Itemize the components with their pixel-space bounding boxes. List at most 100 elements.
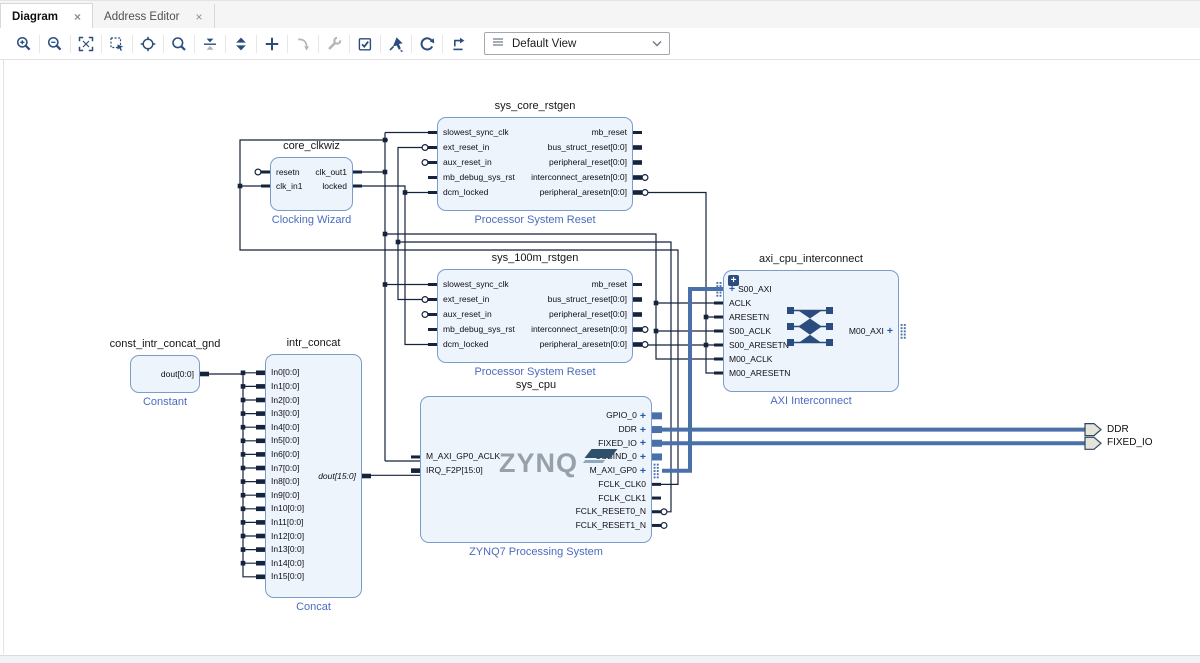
tab-address-editor-label: Address Editor [104,11,179,23]
port-stub[interactable] [428,313,437,316]
port-stub[interactable] [200,372,209,377]
port-stub[interactable] [411,455,420,458]
port-stub[interactable] [256,384,265,389]
port-stub[interactable] [256,398,265,403]
external-port-DDR[interactable] [1085,424,1101,436]
net-wire[interactable] [398,242,437,300]
net-wire[interactable] [240,140,678,484]
bus-port-stub[interactable] [652,426,662,433]
port-stub[interactable] [256,575,265,580]
port-stub[interactable] [256,507,265,512]
zoom-to-selection-icon[interactable] [108,35,126,53]
toolbar-divider [194,35,195,53]
optimize-routing-icon[interactable] [449,35,467,53]
port-stub[interactable] [428,131,437,134]
close-icon[interactable]: × [74,11,81,23]
fit-selection-icon[interactable] [139,35,157,53]
port-stub[interactable] [714,344,723,347]
port-stub[interactable] [353,171,362,174]
port-stub[interactable] [411,468,420,473]
port-stub[interactable] [256,439,265,444]
make-connection-icon[interactable] [294,35,312,53]
net-wire[interactable] [353,186,437,345]
port-stub[interactable] [633,160,642,165]
expand-hierarchy-icon[interactable] [232,35,250,53]
collapse-hierarchy-icon[interactable] [201,35,219,53]
port-stub[interactable] [714,316,723,319]
customize-block-icon[interactable] [325,35,343,53]
validate-design-icon[interactable] [356,35,374,53]
port-stub[interactable] [256,411,265,416]
interface-pending-dots [904,334,906,336]
port-stub[interactable] [428,343,437,346]
net-wire[interactable] [398,148,671,512]
search-icon[interactable] [170,35,188,53]
port-stub[interactable] [428,191,437,194]
port-stub[interactable] [256,466,265,471]
port-stub[interactable] [633,190,642,195]
net-wire[interactable] [385,234,723,359]
diagram-toolbar: Default View [0,28,1200,60]
port-stub[interactable] [428,298,437,301]
port-stub[interactable] [256,452,265,457]
add-ip-icon[interactable] [263,35,281,53]
port-stub[interactable] [633,283,642,286]
horizontal-scrollbar[interactable] [0,655,1200,663]
zoom-in-icon[interactable] [15,35,33,53]
port-stub[interactable] [652,524,661,527]
diagram-canvas[interactable]: const_intr_concat_gndConstantdout[0:0]in… [0,0,1200,663]
port-stub[interactable] [256,561,265,566]
port-stub[interactable] [428,161,437,164]
close-icon[interactable]: × [195,11,202,23]
zoom-out-icon[interactable] [46,35,64,53]
port-stub[interactable] [633,175,642,180]
port-stub[interactable] [652,483,661,486]
tab-diagram[interactable]: Diagram × [0,3,93,29]
bus-port-stub[interactable] [652,440,662,447]
port-stub[interactable] [714,330,723,333]
interface-pending-dots [901,324,903,326]
port-stub[interactable] [633,145,642,150]
port-stub[interactable] [256,371,265,376]
regenerate-layout-icon[interactable] [418,35,436,53]
port-stub[interactable] [652,510,661,513]
port-stub[interactable] [633,131,642,134]
interface-pending-dots [654,473,656,475]
zoom-fit-icon[interactable] [77,35,95,53]
port-stub[interactable] [714,358,723,361]
port-stub[interactable] [428,328,437,331]
port-stub[interactable] [256,520,265,525]
port-stub[interactable] [261,185,270,188]
wire-junction [238,184,243,189]
port-stub[interactable] [353,185,362,188]
interface-pending-dots [657,467,659,469]
port-stub[interactable] [633,342,642,347]
bus-port-stub[interactable] [652,453,662,460]
view-selector[interactable]: Default View [484,32,670,55]
port-stub[interactable] [256,479,265,484]
port-stub[interactable] [256,493,265,498]
port-stub[interactable] [714,302,723,305]
port-stub[interactable] [633,327,642,332]
port-stub[interactable] [633,297,642,302]
external-port-FIXED_IO[interactable] [1085,437,1101,449]
port-stub[interactable] [714,372,723,375]
port-stub[interactable] [428,146,437,149]
port-stub[interactable] [633,312,642,317]
port-stub[interactable] [256,534,265,539]
interface-pending-dots [657,470,659,472]
port-stub[interactable] [256,425,265,430]
port-stub[interactable] [428,176,437,179]
port-stub[interactable] [261,171,270,174]
port-stub[interactable] [362,474,371,479]
interface-pending-dots [720,282,722,284]
net-wire[interactable] [637,193,723,374]
port-stub[interactable] [256,547,265,552]
pin-icon[interactable] [387,35,405,53]
interface-pending-dots [720,288,722,290]
port-stub[interactable] [652,497,661,500]
net-wire[interactable] [200,374,265,577]
port-stub[interactable] [428,283,437,286]
tab-address-editor[interactable]: Address Editor × [93,4,214,29]
bus-port-stub[interactable] [652,412,662,419]
